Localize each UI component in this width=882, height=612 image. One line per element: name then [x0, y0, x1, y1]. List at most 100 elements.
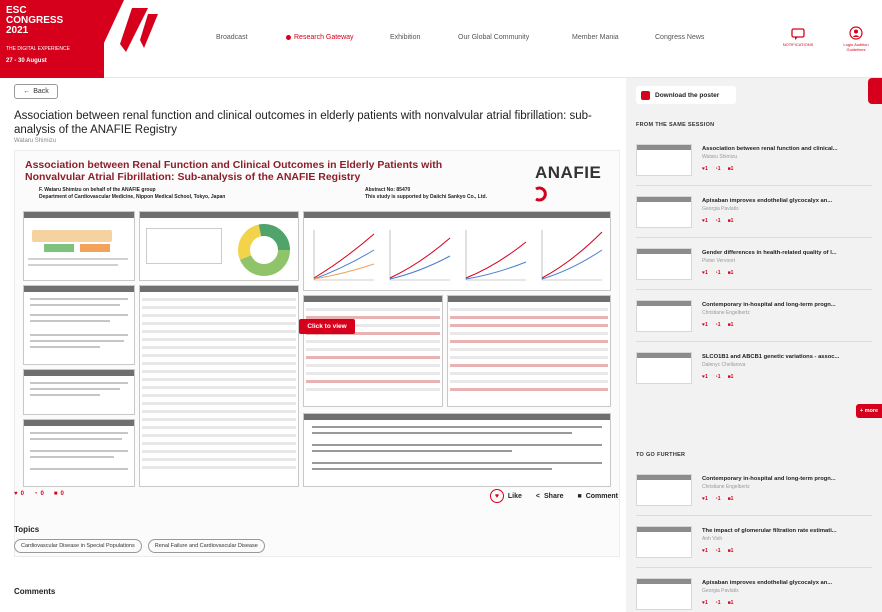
poster-green-block — [44, 244, 74, 252]
card-author: Georgia Pavlatis — [702, 588, 739, 594]
divider — [636, 341, 872, 342]
card-likes-count: 1 — [704, 600, 708, 606]
esc-congress-logo[interactable]: ESC CONGRESS 2021 THE DIGITAL EXPERIENCE… — [0, 0, 162, 78]
card-comments: ◔1 — [715, 270, 721, 276]
card-title: Gender differences in health-related qua… — [702, 250, 837, 256]
card-saves-count: 1 — [730, 270, 734, 276]
poster-table-row — [450, 364, 608, 367]
topics-list: Cardiovascular Disease in Special Popula… — [14, 539, 265, 553]
related-poster-card[interactable]: Apixaban improves endothelial glycocalyx… — [636, 190, 874, 234]
poster-box-head — [24, 212, 134, 218]
poster-stats: ♥ 0 ◔ 0 ■ 0 — [14, 491, 64, 497]
poster-table-row — [142, 402, 296, 405]
like-button[interactable]: ♥ Like — [489, 489, 522, 503]
saves-stat[interactable]: ■ 0 — [54, 491, 64, 497]
login-button[interactable]: Login Audition Guidelines — [836, 26, 876, 52]
back-arrow-icon: ← — [23, 88, 31, 95]
divider — [636, 289, 872, 290]
logo-dates: 27 - 30 August — [6, 58, 47, 64]
go-further-heading: TO GO FURTHER — [636, 452, 686, 458]
nav-research-gateway[interactable]: Research Gateway — [286, 34, 354, 41]
card-title: Apixaban improves endothelial glycocalyx… — [702, 580, 833, 586]
poster-text-line — [30, 450, 128, 452]
poster-table-row — [142, 346, 296, 349]
card-stats: ♥1 ◔1 ■1 — [702, 218, 733, 224]
download-poster-button[interactable]: Download the poster — [636, 86, 736, 104]
poster-abstract-no: Abstract No: 85470 — [365, 187, 411, 193]
card-saves-count: 1 — [730, 496, 734, 502]
share-icon: < — [535, 492, 541, 500]
card-comments: ◔1 — [715, 374, 721, 380]
poster-text-line — [30, 456, 114, 458]
more-button[interactable]: + more — [856, 404, 882, 418]
notifications-button[interactable]: NOTIFICATIONS — [778, 28, 818, 47]
poster-box-baseline — [139, 211, 299, 281]
poster-text-line — [30, 346, 100, 348]
comments-heading: Comments — [14, 587, 56, 596]
logo-slash-shape — [96, 0, 158, 60]
related-poster-card[interactable]: Contemporary in-hospital and long-term p… — [636, 468, 874, 512]
card-saves: ■1 — [728, 374, 734, 380]
card-title: Contemporary in-hospital and long-term p… — [702, 476, 836, 482]
related-poster-card[interactable]: Apixaban improves endothelial glycocalyx… — [636, 572, 874, 612]
nav-broadcast[interactable]: Broadcast — [216, 34, 248, 41]
poster-text-line — [30, 334, 128, 336]
card-stats: ♥1 ◔1 ■1 — [702, 322, 733, 328]
share-button[interactable]: < Share — [536, 489, 564, 503]
related-poster-card[interactable]: The impact of glomerular filtration rate… — [636, 520, 874, 564]
nav-global-community[interactable]: Our Global Community — [458, 34, 529, 41]
poster-table-row — [142, 306, 296, 309]
nav-congress-news[interactable]: Congress News — [655, 34, 704, 41]
logo-subtitle: THE DIGITAL EXPERIENCE — [6, 46, 70, 52]
poster-author[interactable]: Wataru Shimizu — [14, 138, 56, 144]
related-poster-card[interactable]: SLCO1B1 and ABCB1 genetic variations - a… — [636, 346, 874, 390]
card-author: Georgia Pavlatis — [702, 206, 739, 212]
card-author: Dalenyc Chellarova — [702, 362, 746, 368]
topics-heading: Topics — [14, 525, 40, 534]
side-tab-button[interactable] — [868, 78, 882, 104]
related-poster-card[interactable]: Gender differences in health-related qua… — [636, 242, 874, 286]
comment-button[interactable]: ■ Comment — [577, 489, 618, 503]
main-content: ← Back Association between renal functio… — [0, 78, 626, 612]
back-button[interactable]: ← Back — [14, 84, 58, 99]
card-likes: ♥1 — [702, 166, 708, 172]
card-title: Apixaban improves endothelial glycocalyx… — [702, 198, 833, 204]
card-comments: ◔1 — [715, 218, 721, 224]
topic-chip[interactable]: Cardiovascular Disease in Special Popula… — [14, 539, 142, 553]
poster-text-line — [312, 462, 602, 464]
card-likes-count: 1 — [704, 548, 708, 554]
thumbnail-band — [637, 579, 691, 584]
comments-stat[interactable]: ◔ 0 — [34, 491, 44, 497]
likes-stat[interactable]: ♥ 0 — [14, 491, 24, 497]
card-saves: ■1 — [728, 218, 734, 224]
nav-exhibition[interactable]: Exhibition — [390, 34, 420, 41]
poster-table-row — [142, 450, 296, 453]
poster-authors-line1: F. Wataru Shimizu on behalf of the ANAFI… — [39, 187, 156, 193]
download-label: Download the poster — [655, 91, 720, 99]
poster-thumbnail — [636, 196, 692, 228]
related-poster-card[interactable]: Association between renal function and c… — [636, 138, 874, 182]
poster-box-methods — [23, 419, 135, 487]
chat-icon — [791, 28, 805, 40]
card-comments-count: 1 — [717, 374, 721, 380]
poster-thumbnail — [636, 352, 692, 384]
likes-count: 0 — [20, 491, 24, 497]
card-likes: ♥1 — [702, 496, 708, 502]
same-session-heading: FROM THE SAME SESSION — [636, 122, 715, 128]
comment-icon: ■ — [577, 492, 582, 500]
poster-actions: ♥ Like < Share ■ Comment — [489, 489, 618, 503]
topic-chip[interactable]: Renal Failure and Cardiovascular Disease — [147, 539, 265, 553]
poster-inner-title: Association between Renal Function and C… — [25, 159, 443, 183]
card-likes-count: 1 — [704, 166, 708, 172]
related-poster-card[interactable]: Contemporary in-hospital and long-term p… — [636, 294, 874, 338]
nav-member-mania[interactable]: Member Mania — [572, 34, 619, 41]
card-comments: ◔1 — [715, 496, 721, 502]
click-to-view-button[interactable]: Click to view — [299, 319, 355, 334]
poster-authors-line2: Department of Cardiovascular Medicine, N… — [39, 194, 226, 200]
card-saves: ■1 — [728, 548, 734, 554]
card-comments-count: 1 — [717, 548, 721, 554]
poster-table-row — [142, 394, 296, 397]
poster-table-row — [142, 386, 296, 389]
poster-table-row — [306, 340, 440, 343]
poster-table-row — [450, 316, 608, 319]
